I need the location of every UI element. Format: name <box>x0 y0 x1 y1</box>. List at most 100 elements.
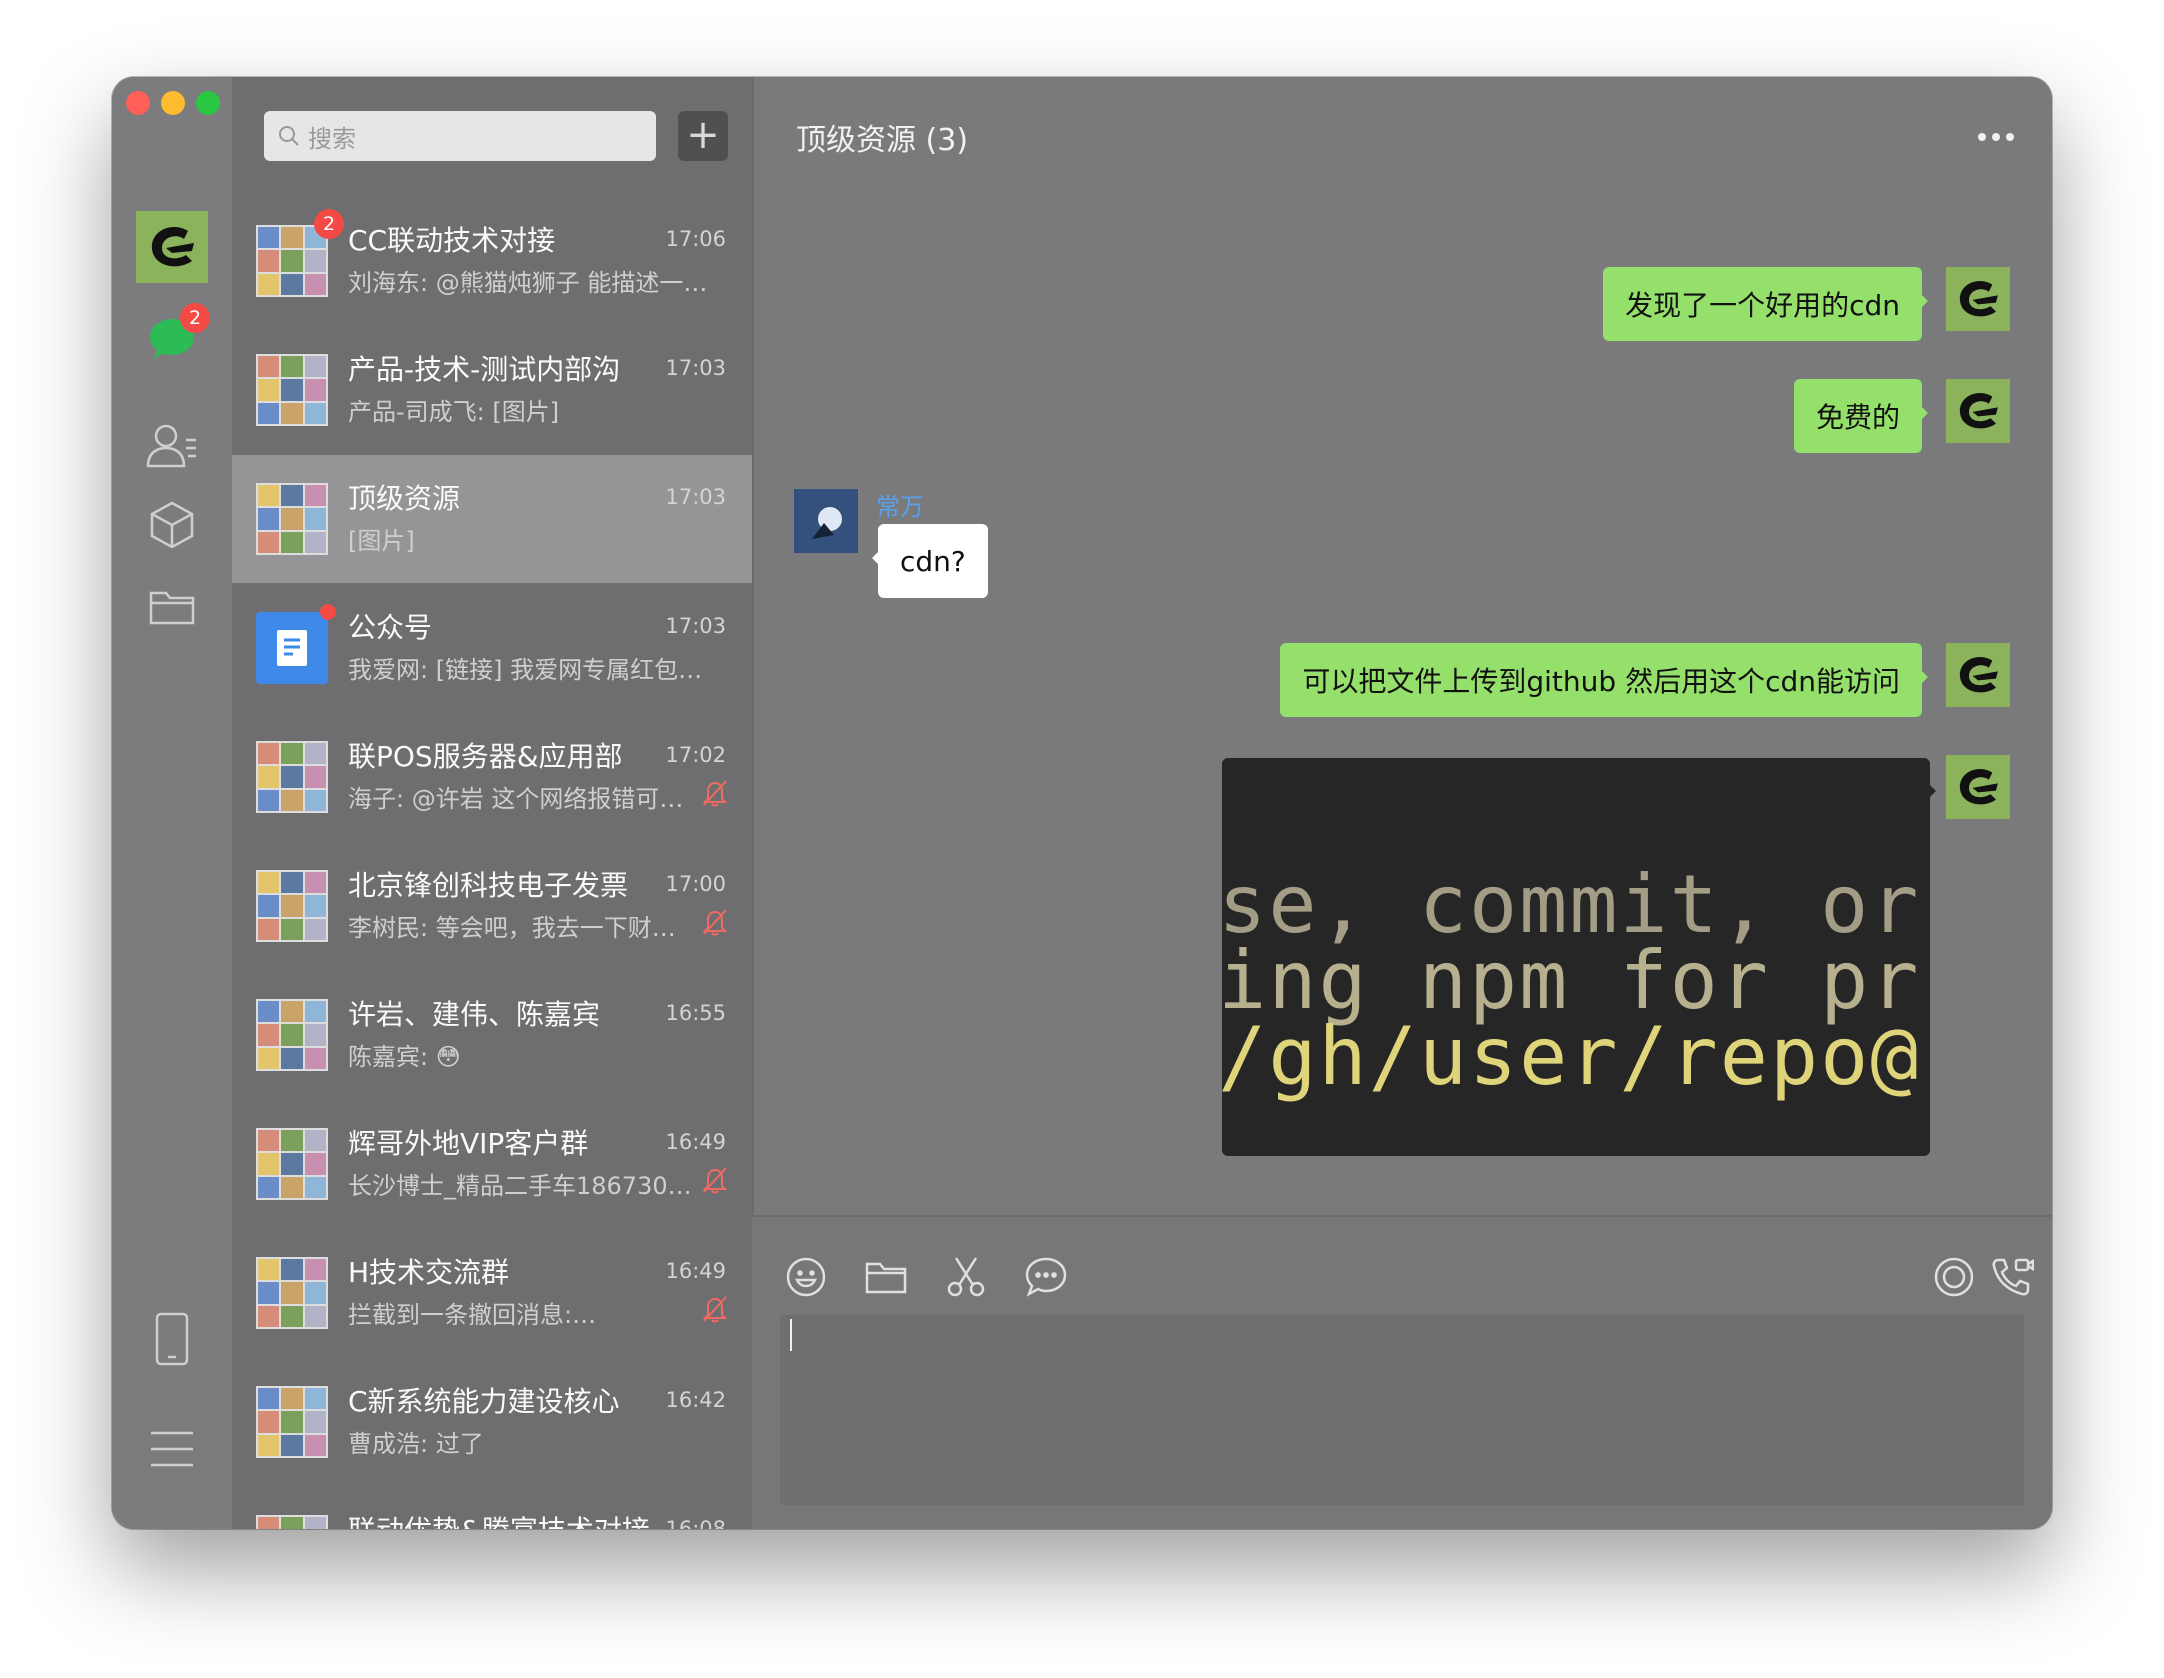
composer <box>752 1215 2052 1529</box>
message-bubble-other[interactable]: cdn? <box>872 524 988 598</box>
divider <box>752 1215 2052 1217</box>
chat-preview: 陈嘉宾: 😳 <box>348 1043 461 1071</box>
chat-name: 产品-技术-测试内部沟 <box>348 353 621 386</box>
chat-preview: 海子: @许岩 这个网络报错可… <box>348 785 684 813</box>
search-icon <box>279 126 299 146</box>
nav-rail: 2 <box>112 77 232 1529</box>
chat-preview: 曹成浩: 过了 <box>348 1430 484 1458</box>
chat-name: C新系统能力建设核心 <box>348 1385 620 1418</box>
chat-name: 联动优势&腾富技术对接 <box>348 1509 678 1529</box>
chat-time: 17:03 <box>665 356 726 380</box>
chat-list: 搜索 + 2 CC联动技术对接 17:06 刘海东: @熊猫炖狮子 能描述一… 产品-技… <box>232 77 752 1529</box>
sender-name: 常万 <box>876 493 924 521</box>
chat-preview: [图片] <box>348 527 415 555</box>
contacts-icon[interactable] <box>142 415 202 475</box>
avatar[interactable] <box>136 211 208 283</box>
group-avatar <box>256 1128 328 1200</box>
menu-icon[interactable] <box>142 1419 202 1479</box>
muted-bell-icon <box>702 1166 728 1198</box>
chat-list-item[interactable]: 许岩、建伟、陈嘉宾 16:55 陈嘉宾: 😳 <box>232 971 752 1099</box>
cube-icon[interactable] <box>142 495 202 555</box>
chat-time: 17:03 <box>665 485 726 509</box>
conversation-title: 顶级资源 (3) <box>796 123 969 158</box>
group-avatar <box>256 999 328 1071</box>
chat-preview: 刘海东: @熊猫炖狮子 能描述一… <box>348 269 708 297</box>
chat-name: 许岩、建伟、陈嘉宾 <box>348 998 601 1031</box>
sender-avatar[interactable] <box>794 489 858 553</box>
chat-time: 16:42 <box>665 1388 726 1412</box>
avatar[interactable] <box>1946 267 2010 331</box>
chat-list-item[interactable]: 联POS服务器&应用部 17:02 海子: @许岩 这个网络报错可… <box>232 713 752 841</box>
message-bubble-me[interactable]: 可以把文件上传到github 然后用这个cdn能访问 <box>1280 643 1928 717</box>
official-account-icon <box>256 612 328 684</box>
chat-time: 17:00 <box>665 872 726 896</box>
group-avatar <box>256 870 328 942</box>
group-avatar <box>256 1257 328 1329</box>
chat-preview: 李树民: 等会吧，我去一下财… <box>348 914 676 942</box>
group-avatar <box>256 354 328 426</box>
add-button[interactable]: + <box>678 111 728 161</box>
chat-list-item[interactable]: 北京锋创科技电子发票 17:00 李树民: 等会吧，我去一下财… <box>232 842 752 970</box>
more-icon[interactable] <box>1978 133 2014 141</box>
chat-time: 16:49 <box>665 1259 726 1283</box>
chat-name: CC联动技术对接 <box>348 224 556 257</box>
scissors-icon[interactable] <box>942 1253 990 1301</box>
muted-bell-icon <box>702 779 728 811</box>
muted-bell-icon <box>702 908 728 940</box>
message-bubble-me[interactable]: 免费的 <box>1793 379 1929 453</box>
conversation-pane: 顶级资源 (3) 发现了一个好用的cdn 免费的 常万 cdn? 可以把文件上传… <box>752 77 2052 1529</box>
chat-time: 17:06 <box>665 227 726 251</box>
avatar[interactable] <box>1946 379 2010 443</box>
chat-name: 辉哥外地VIP客户群 <box>348 1127 589 1160</box>
record-icon[interactable] <box>1930 1253 1978 1301</box>
group-avatar <box>256 483 328 555</box>
chat-name: 顶级资源 <box>348 482 461 515</box>
chat-icon[interactable]: 2 <box>142 303 210 369</box>
search-input[interactable]: 搜索 <box>264 111 656 161</box>
minimize-button[interactable] <box>161 91 185 115</box>
chat-list-item[interactable]: C新系统能力建设核心 16:42 曹成浩: 过了 <box>232 1358 752 1486</box>
search-placeholder: 搜索 <box>308 124 356 153</box>
chat-list-item[interactable]: 顶级资源 17:03 [图片] <box>232 455 752 583</box>
chat-time: 16:08 <box>665 1517 726 1529</box>
chat-time: 16:49 <box>665 1130 726 1154</box>
chat-list-item[interactable]: 联动优势&腾富技术对接16:08 <box>232 1487 752 1529</box>
chat-list-item[interactable]: 辉哥外地VIP客户群 16:49 长沙博士_精品二手车186730… <box>232 1100 752 1228</box>
code-line: t/gh/user/repo@ <box>1222 1010 1921 1103</box>
chat-time: 17:02 <box>665 743 726 767</box>
chat-bubble-icon[interactable] <box>1022 1253 1070 1301</box>
zoom-button[interactable] <box>196 91 220 115</box>
chat-list-item[interactable]: 公众号 17:03 我爱网: [链接] 我爱网专属红包… <box>232 584 752 712</box>
group-avatar <box>256 1515 328 1529</box>
phone-icon[interactable] <box>142 1309 202 1369</box>
avatar[interactable] <box>1946 755 2010 819</box>
avatar[interactable] <box>1946 643 2010 707</box>
chat-list-item[interactable]: H技术交流群 16:49 拦截到一条撤回消息:… <box>232 1229 752 1357</box>
message-bubble-me[interactable]: 发现了一个好用的cdn <box>1603 267 1928 341</box>
chat-time: 17:03 <box>665 614 726 638</box>
chat-preview: 拦截到一条撤回消息:… <box>348 1301 597 1329</box>
group-avatar <box>256 741 328 813</box>
chat-name: 公众号 <box>348 611 433 644</box>
chat-preview: 产品-司成飞: [图片] <box>348 398 560 426</box>
close-button[interactable] <box>126 91 150 115</box>
message-input[interactable] <box>780 1315 2024 1505</box>
folder-icon[interactable] <box>142 577 202 637</box>
folder-icon[interactable] <box>862 1253 910 1301</box>
chat-list-item[interactable]: 2 CC联动技术对接 17:06 刘海东: @熊猫炖狮子 能描述一… <box>232 197 752 325</box>
emoji-icon[interactable] <box>782 1253 830 1301</box>
group-avatar <box>256 225 328 297</box>
bubble-tail <box>1928 783 1944 799</box>
text-caret <box>790 1319 792 1351</box>
unread-dot <box>320 604 336 620</box>
chat-preview: 我爱网: [链接] 我爱网专属红包… <box>348 656 703 684</box>
phone-video-icon[interactable] <box>1988 1253 2036 1301</box>
chat-preview: 长沙博士_精品二手车186730… <box>348 1172 692 1200</box>
muted-bell-icon <box>702 1295 728 1327</box>
chat-list-item[interactable]: 产品-技术-测试内部沟 17:03 产品-司成飞: [图片] <box>232 326 752 454</box>
group-avatar <box>256 1386 328 1458</box>
chat-name: H技术交流群 <box>348 1256 510 1289</box>
message-image[interactable]: ase, commit, or sing npm for pr t/gh/use… <box>1222 758 1930 1156</box>
chat-name: 联POS服务器&应用部 <box>348 740 623 773</box>
chat-name: 北京锋创科技电子发票 <box>348 869 629 902</box>
